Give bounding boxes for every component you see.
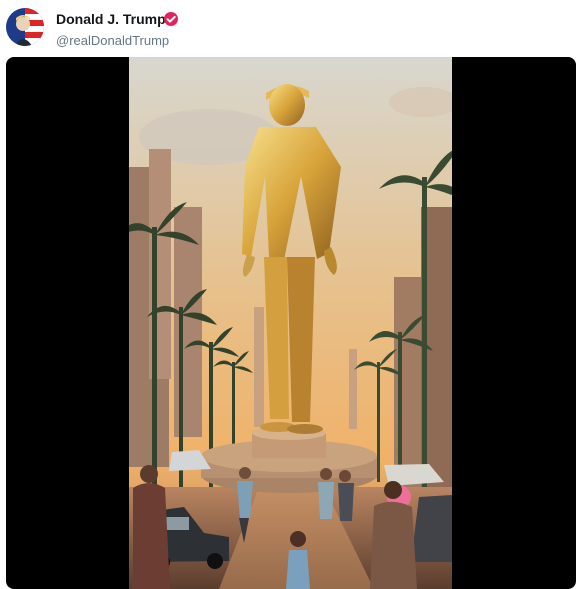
post-header: Donald J. Trump @realDonaldTrump <box>0 0 578 56</box>
avatar[interactable] <box>6 8 44 46</box>
video-frame[interactable] <box>129 57 452 589</box>
verified-badge <box>164 12 178 26</box>
post-media[interactable] <box>6 57 576 589</box>
author-name[interactable]: Donald J. Trump <box>56 11 166 27</box>
user-handle[interactable]: @realDonaldTrump <box>56 33 169 48</box>
flag-portrait-avatar-icon <box>6 8 44 46</box>
checkmark-icon <box>166 15 176 23</box>
